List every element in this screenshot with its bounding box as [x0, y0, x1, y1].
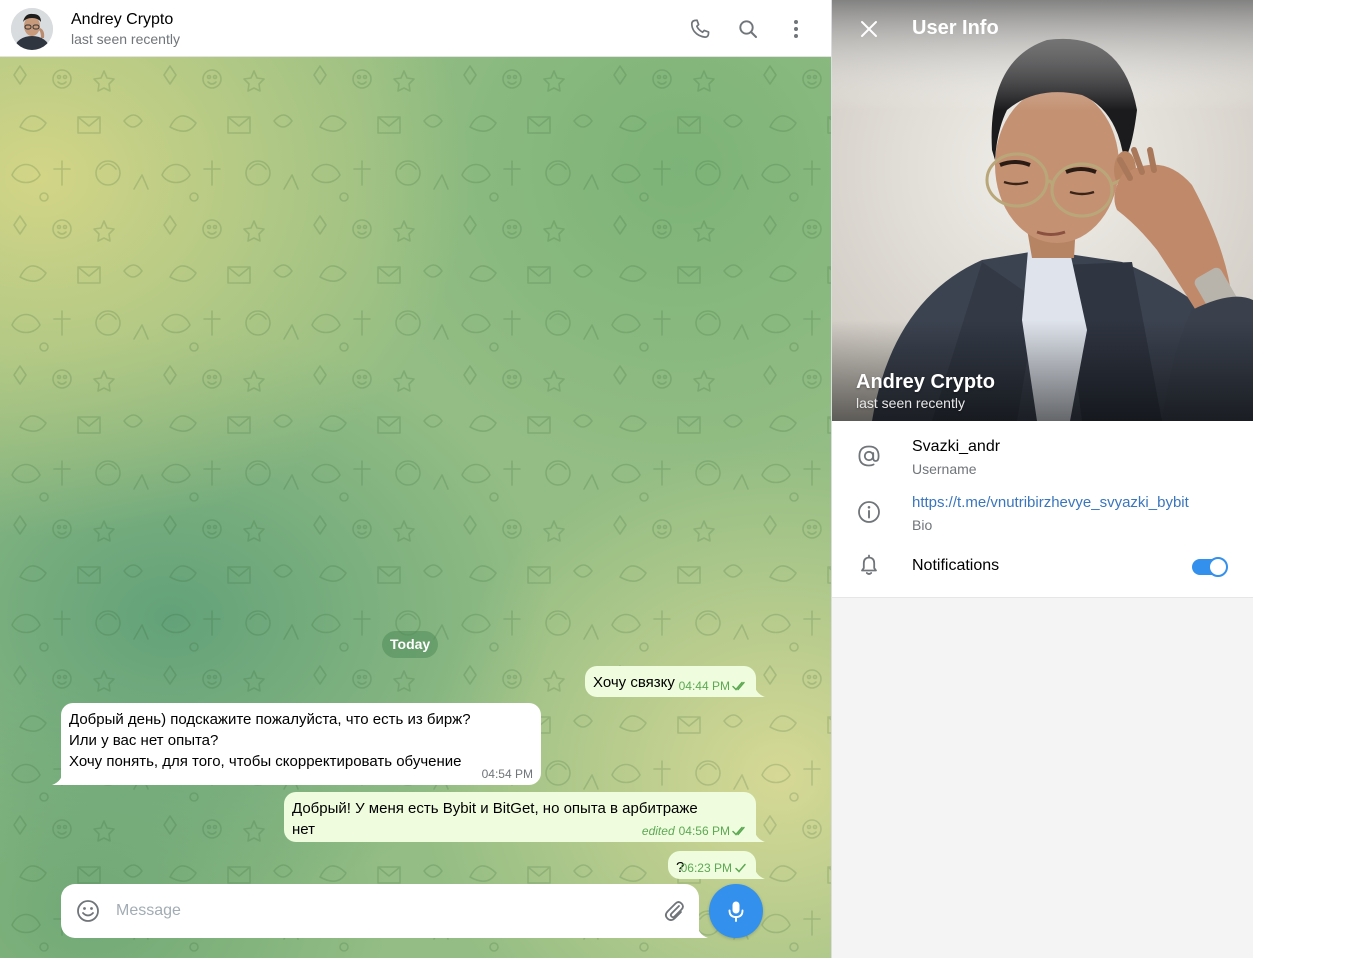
- message-time: 04:54 PM: [481, 767, 533, 781]
- single-check-icon: [735, 863, 746, 873]
- notifications-toggle[interactable]: [1192, 557, 1228, 577]
- message-outgoing[interactable]: ? 06:23 PM: [668, 851, 765, 879]
- edited-label: edited: [641, 824, 675, 838]
- avatar-photo-icon: [11, 8, 53, 50]
- empty-gutter: [1253, 0, 1360, 958]
- search-icon: [739, 20, 757, 38]
- notifications-label: Notifications: [912, 557, 1000, 574]
- message-incoming[interactable]: Добрый день) подскажите пожалуйста, что …: [52, 703, 541, 785]
- message-line: Добрый! У меня есть Bybit и BitGet, но о…: [292, 800, 698, 817]
- message-meta: 06:23 PM: [681, 861, 748, 875]
- chat-column: Andrey Crypto last seen recently Today Х…: [0, 0, 831, 958]
- toggle-knob: [1208, 557, 1228, 577]
- message-input[interactable]: [116, 898, 636, 924]
- message-text: Хочу связку: [593, 674, 675, 691]
- message-time: 04:44 PM: [678, 679, 730, 693]
- message-line: Хочу понять, для того, чтобы скорректиро…: [69, 753, 462, 770]
- portrait-photo-icon: [832, 0, 1253, 421]
- at-sign-icon: [858, 445, 880, 467]
- bubble-tail-icon: [754, 681, 765, 697]
- telegram-web-app: Andrey Crypto last seen recently Today Х…: [0, 0, 1360, 958]
- call-button[interactable]: [684, 13, 716, 45]
- search-button[interactable]: [732, 13, 764, 45]
- info-icon: [858, 501, 880, 523]
- message-outgoing[interactable]: Добрый! У меня есть Bybit и BitGet, но о…: [284, 792, 765, 842]
- username-row[interactable]: Svazki_andr Username: [832, 433, 1253, 479]
- close-panel-button[interactable]: [854, 14, 884, 44]
- emoji-button[interactable]: [75, 898, 101, 924]
- profile-status: last seen recently: [856, 395, 965, 411]
- bio-link-text[interactable]: https://t.me/vnutribirzhevye_svyazki_byb…: [912, 494, 1189, 511]
- double-check-icon: [732, 681, 745, 691]
- voice-record-button[interactable]: [709, 884, 763, 938]
- chat-header: Andrey Crypto last seen recently: [0, 0, 831, 57]
- message-outgoing[interactable]: Хочу связку 04:44 PM: [585, 666, 765, 697]
- contact-avatar[interactable]: [11, 8, 53, 50]
- bio-label: Bio: [912, 517, 933, 533]
- profile-photo[interactable]: [832, 0, 1253, 421]
- date-separator: Today: [382, 631, 439, 658]
- more-menu-button[interactable]: [780, 13, 812, 45]
- user-info-panel: User Info Andrey Crypto last seen recent…: [831, 0, 1253, 958]
- contact-name[interactable]: Andrey Crypto: [71, 11, 173, 29]
- paperclip-icon: [664, 901, 684, 922]
- smile-icon: [77, 900, 99, 922]
- bubble-tail-icon: [754, 863, 765, 879]
- message-line: Добрый день) подскажите пожалуйста, что …: [69, 711, 471, 728]
- message-time: 04:56 PM: [678, 824, 730, 838]
- notifications-row[interactable]: Notifications: [832, 549, 1253, 585]
- bubble-tail-icon: [754, 826, 765, 842]
- message-composer: [61, 884, 708, 938]
- message-line: Или у вас нет опыта?: [69, 732, 219, 749]
- message-meta: edited 04:56 PM: [642, 824, 748, 838]
- phone-icon: [690, 19, 710, 38]
- close-icon: [861, 21, 877, 37]
- username-label: Username: [912, 461, 977, 477]
- bell-icon: [861, 554, 877, 575]
- contact-status: last seen recently: [71, 31, 180, 47]
- attach-button[interactable]: [661, 898, 687, 924]
- microphone-icon: [728, 901, 744, 922]
- panel-title: User Info: [912, 17, 999, 39]
- message-time: 06:23 PM: [680, 861, 732, 875]
- message-meta: 04:54 PM: [482, 767, 533, 781]
- bubble-tail-icon: [52, 769, 63, 785]
- username-value: Svazki_andr: [912, 438, 1001, 455]
- composer-tail-icon: [697, 922, 708, 938]
- info-list: Svazki_andr Username https://t.me/vnutri…: [832, 421, 1253, 598]
- double-check-icon: [732, 826, 745, 836]
- profile-name: Andrey Crypto: [856, 371, 995, 393]
- more-vertical-icon: [794, 20, 798, 38]
- bio-link[interactable]: https://t.me/vnutribirzhevye_svyazki_byb…: [912, 494, 1189, 512]
- bio-row: https://t.me/vnutribirzhevye_svyazki_byb…: [832, 489, 1253, 535]
- message-meta: 04:44 PM: [679, 679, 748, 693]
